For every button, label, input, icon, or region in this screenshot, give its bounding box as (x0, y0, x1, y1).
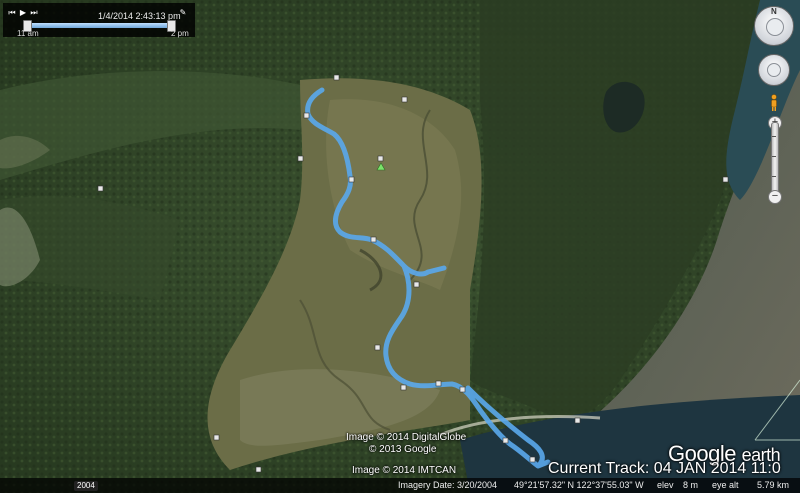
attribution-line-1: Image © 2014 DigitalGlobe (346, 432, 467, 443)
zoom-slider[interactable] (771, 122, 779, 200)
pan-control-icon[interactable] (758, 54, 790, 86)
eye-alt-value: 5.79 km (757, 480, 790, 490)
time-slider-end-label: 2 pm (171, 29, 189, 38)
time-slider-start-label: 11 am (17, 29, 39, 38)
satellite-map[interactable] (0, 0, 800, 493)
north-label: N (771, 7, 777, 16)
pegman-icon[interactable] (769, 94, 779, 112)
map-imagery (0, 0, 800, 493)
compass-icon[interactable]: N (754, 6, 794, 46)
imagery-year[interactable]: 2004 (74, 481, 98, 491)
time-slider-fill (25, 23, 171, 28)
eye-alt-label: eye alt (712, 480, 739, 490)
elevation-label: elev (657, 480, 674, 490)
current-track-label: Current Track: 04 JAN 2014 11:0 (548, 460, 781, 477)
attribution-line-2: © 2013 Google (369, 444, 437, 455)
wrench-icon[interactable]: ✎ (179, 9, 187, 17)
rewind-icon[interactable]: ⏮ (8, 9, 16, 17)
time-slider[interactable]: ⏮ ▶ ⏭ 1/4/2014 2:43:13 pm ✎ 11 am 2 pm (3, 3, 195, 38)
imagery-year-icon (4, 479, 86, 493)
zoom-out-button[interactable]: − (768, 190, 782, 204)
status-bar: 2004 Imagery Date: 3/20/2004 49°21'57.32… (0, 478, 800, 493)
look-joystick[interactable] (766, 18, 784, 36)
elevation-value: 8 m (683, 480, 699, 490)
pan-joystick[interactable] (767, 63, 781, 77)
time-slider-track[interactable] (25, 23, 175, 28)
attribution-line-3: Image © 2014 IMTCAN (352, 465, 457, 476)
coordinates: 49°21'57.32" N 122°37'55.03" W (514, 480, 644, 490)
imagery-date: Imagery Date: 3/20/2004 (398, 480, 498, 490)
forward-icon[interactable]: ⏭ (30, 9, 38, 17)
play-icon[interactable]: ▶ (19, 9, 27, 17)
